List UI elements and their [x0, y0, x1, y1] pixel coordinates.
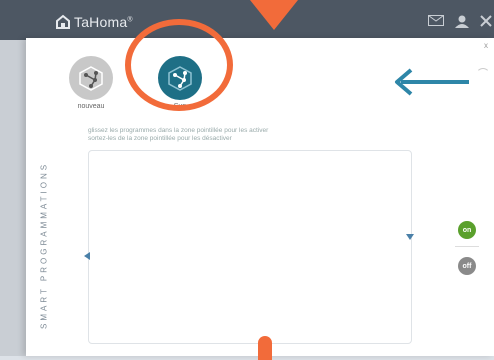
user-icon[interactable] — [455, 15, 469, 28]
instructions-text: glissez les programmes dans la zone poin… — [88, 127, 269, 142]
background-overlay — [0, 40, 26, 356]
mail-icon[interactable] — [428, 15, 444, 26]
down-handle-icon[interactable] — [406, 234, 414, 240]
program-label: nouveau — [77, 103, 105, 110]
bottom-pointer-annotation — [258, 336, 272, 360]
program-graph-icon — [69, 56, 113, 100]
program-drop-zone[interactable] — [88, 150, 412, 344]
highlight-circle-annotation — [125, 19, 233, 111]
on-toggle-button[interactable]: on — [458, 221, 476, 239]
left-handle-icon[interactable] — [84, 252, 90, 260]
left-arrow-annotation — [395, 68, 469, 96]
modal-close-button[interactable]: x — [484, 41, 488, 50]
toggle-divider — [455, 246, 479, 247]
logo-icon — [56, 14, 70, 29]
side-section-label: SMART PROGRAMMATIONS — [39, 161, 49, 329]
down-arrow-annotation — [242, 0, 306, 30]
brand-name: TaHoma® — [74, 14, 133, 30]
program-item-nouveau[interactable]: nouveau — [61, 56, 121, 110]
loading-spinner-icon — [476, 68, 490, 82]
close-icon[interactable] — [480, 15, 492, 27]
off-toggle-button[interactable]: off — [458, 257, 476, 275]
